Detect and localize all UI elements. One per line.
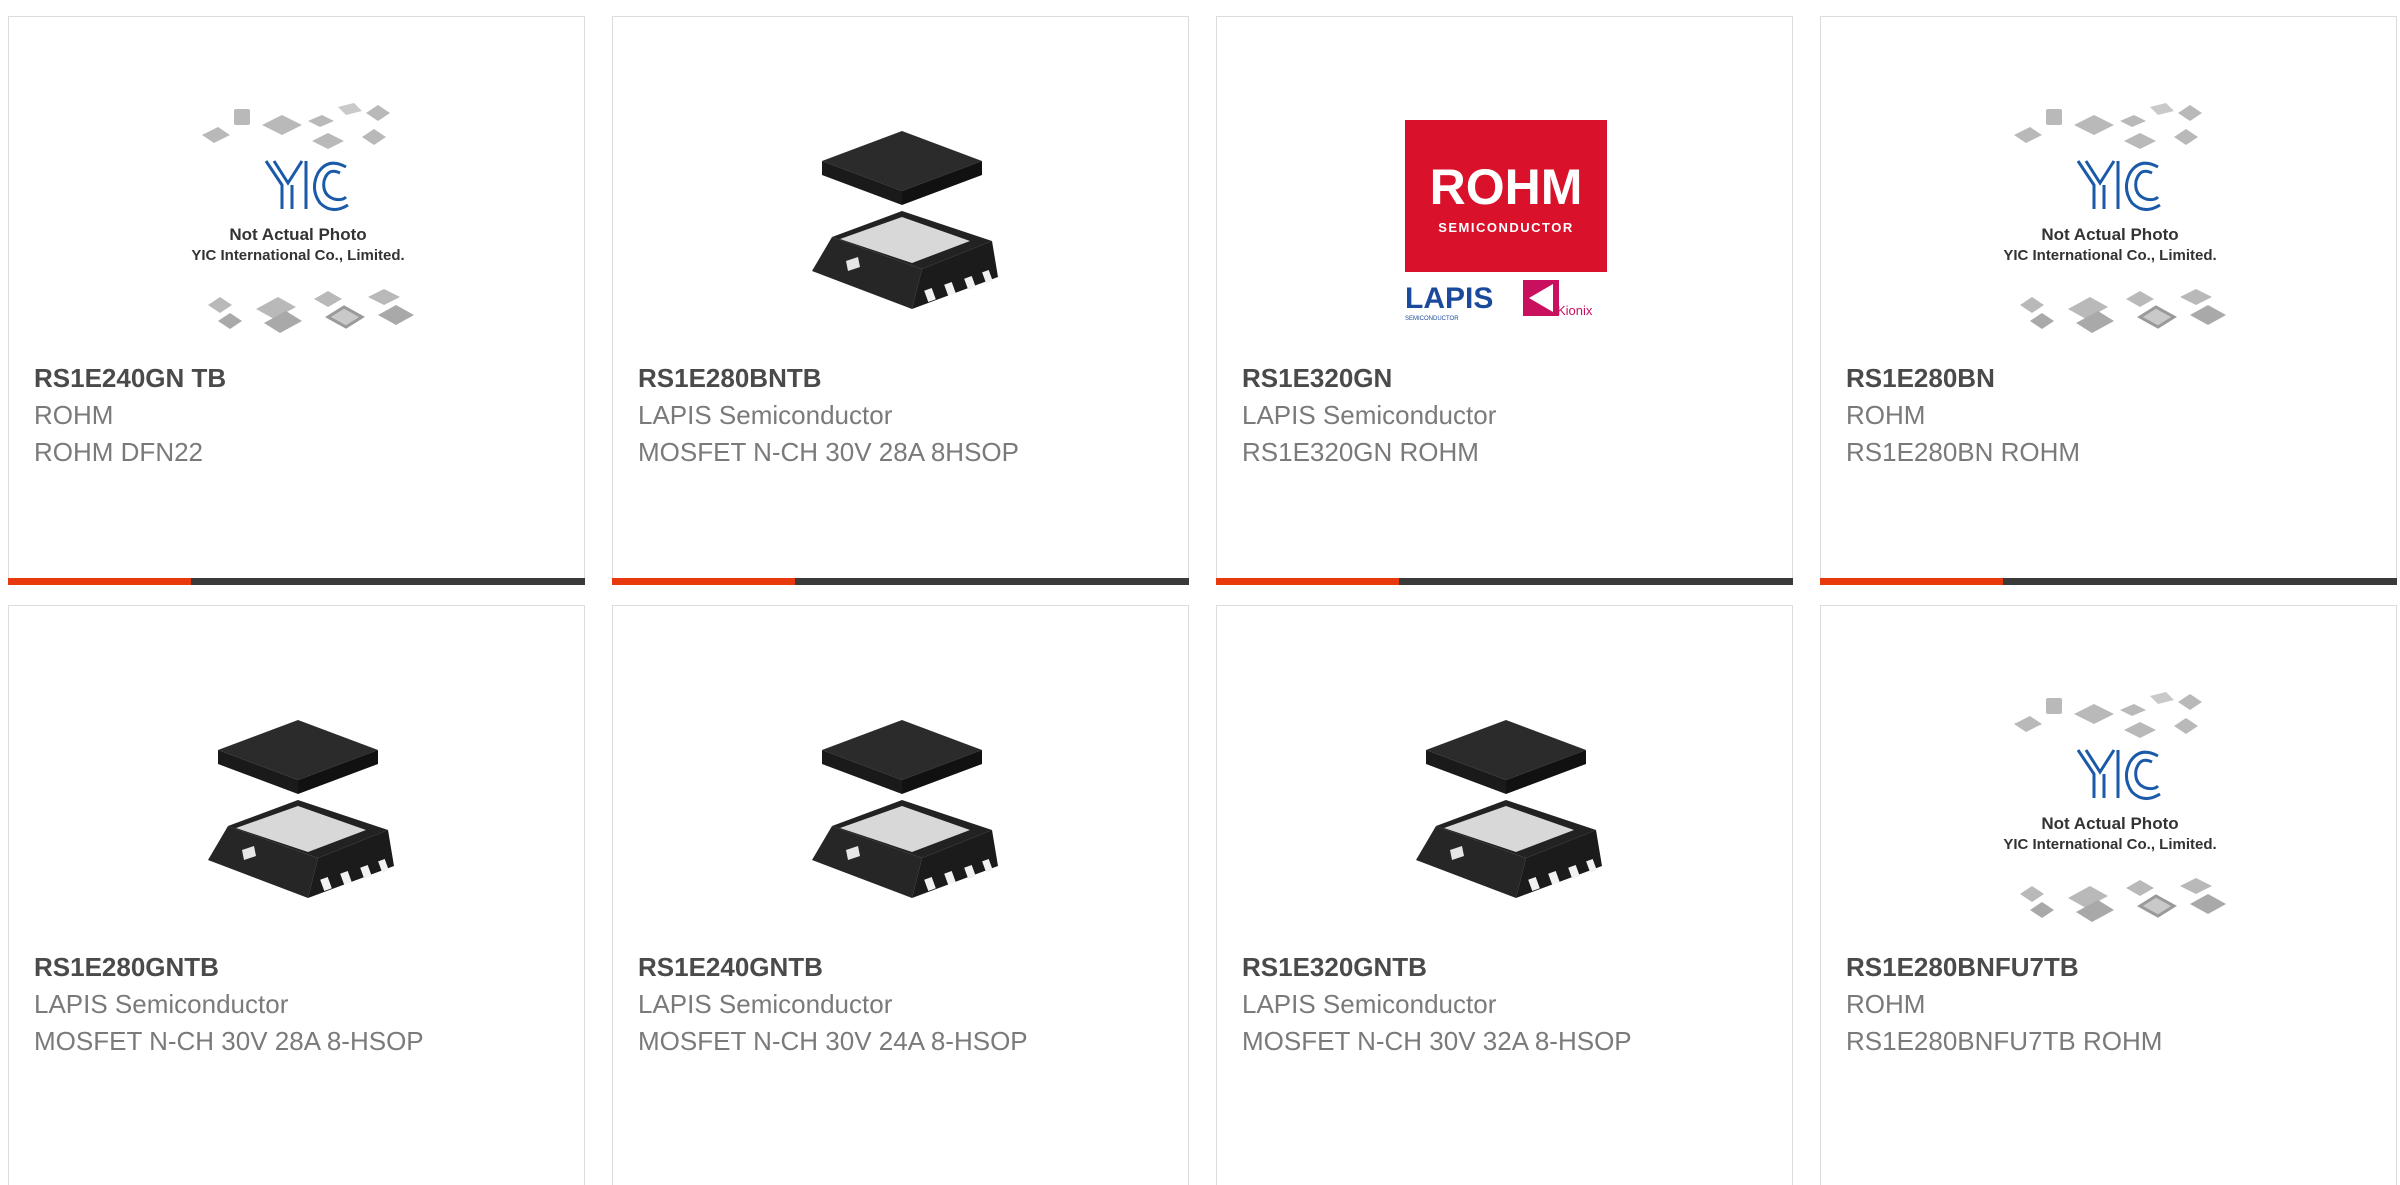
placeholder-line2: YIC International Co., Limited. [2003, 836, 2216, 853]
description: RS1E320GN ROHM [1242, 437, 1479, 467]
manufacturer: LAPIS Semiconductor [34, 989, 289, 1019]
card-bottom-bar [1820, 578, 2397, 585]
logo-text: Kionix [1557, 303, 1593, 318]
logo-text: SEMICONDUCTOR [1405, 316, 1459, 322]
card-accent-bar [1820, 578, 2003, 585]
part-number[interactable]: RS1E320GNTB [1242, 948, 1662, 986]
card-bottom-bar [612, 578, 1189, 585]
product-image[interactable]: ROHM SEMICONDUCTOR LAPIS SEMICONDUCTOR K… [1386, 85, 1626, 357]
manufacturer: ROHM [1846, 400, 1926, 430]
manufacturer: LAPIS Semiconductor [1242, 400, 1497, 430]
product-info: RS1E240GNTB LAPIS Semiconductor MOSFET N… [638, 948, 1058, 1060]
product-card-5[interactable]: RS1E280GNTB LAPIS Semiconductor MOSFET N… [8, 605, 585, 1185]
placeholder-line1: Not Actual Photo [2041, 225, 2178, 244]
description: MOSFET N-CH 30V 32A 8-HSOP [1242, 1026, 1632, 1056]
card-accent-bar [612, 578, 795, 585]
placeholder-line1: Not Actual Photo [2041, 814, 2178, 833]
description: RS1E280BNFU7TB ROHM [1846, 1026, 2163, 1056]
hsop-package-icon [812, 131, 998, 309]
logo-text: LAPIS [1405, 282, 1493, 315]
card-bottom-bar [8, 578, 585, 585]
part-number[interactable]: RS1E280GNTB [34, 948, 454, 986]
description: RS1E280BN ROHM [1846, 437, 2081, 467]
manufacturer: LAPIS Semiconductor [1242, 989, 1497, 1019]
product-image[interactable]: Not Actual Photo YIC International Co., … [1990, 674, 2230, 946]
product-image[interactable] [782, 674, 1022, 946]
manufacturer: ROHM [1846, 989, 1926, 1019]
hsop-package-icon [1416, 720, 1602, 898]
part-number[interactable]: RS1E280BNTB [638, 359, 1058, 397]
card-bottom-bar [1216, 578, 1793, 585]
description: MOSFET N-CH 30V 28A 8HSOP [638, 437, 1019, 467]
product-image[interactable] [782, 85, 1022, 357]
product-card-1[interactable]: Not Actual Photo YIC International Co., … [8, 16, 585, 585]
manufacturer: LAPIS Semiconductor [638, 989, 893, 1019]
rohm-logo-icon: ROHM SEMICONDUCTOR LAPIS SEMICONDUCTOR K… [1405, 120, 1607, 322]
product-image[interactable]: Not Actual Photo YIC International Co., … [178, 85, 418, 357]
product-image[interactable] [178, 674, 418, 946]
hsop-package-icon [812, 720, 998, 898]
placeholder-line2: YIC International Co., Limited. [191, 247, 404, 264]
manufacturer: ROHM [34, 400, 114, 430]
part-number[interactable]: RS1E280BN [1846, 359, 2266, 397]
product-card-4[interactable]: Not Actual Photo YIC International Co., … [1820, 16, 2397, 585]
description: MOSFET N-CH 30V 28A 8-HSOP [34, 1026, 424, 1056]
product-info: RS1E280BNFU7TB ROHM RS1E280BNFU7TB ROHM [1846, 948, 2266, 1060]
product-info: RS1E240GN TB ROHM ROHM DFN22 [34, 359, 454, 471]
product-info: RS1E320GN LAPIS Semiconductor RS1E320GN … [1242, 359, 1662, 471]
product-info: RS1E280BNTB LAPIS Semiconductor MOSFET N… [638, 359, 1058, 471]
part-number[interactable]: RS1E240GN TB [34, 359, 454, 397]
product-card-6[interactable]: RS1E240GNTB LAPIS Semiconductor MOSFET N… [612, 605, 1189, 1185]
hsop-package-icon [208, 720, 394, 898]
part-number[interactable]: RS1E240GNTB [638, 948, 1058, 986]
product-info: RS1E280BN ROHM RS1E280BN ROHM [1846, 359, 2266, 471]
logo-text: ROHM [1430, 159, 1583, 215]
product-card-3[interactable]: ROHM SEMICONDUCTOR LAPIS SEMICONDUCTOR K… [1216, 16, 1793, 585]
product-card-7[interactable]: RS1E320GNTB LAPIS Semiconductor MOSFET N… [1216, 605, 1793, 1185]
placeholder-photo-icon: Not Actual Photo YIC International Co., … [191, 103, 414, 333]
card-accent-bar [8, 578, 191, 585]
product-info: RS1E320GNTB LAPIS Semiconductor MOSFET N… [1242, 948, 1662, 1060]
card-accent-bar [1216, 578, 1399, 585]
logo-text: SEMICONDUCTOR [1438, 220, 1574, 235]
product-card-2[interactable]: RS1E280BNTB LAPIS Semiconductor MOSFET N… [612, 16, 1189, 585]
placeholder-photo-icon: Not Actual Photo YIC International Co., … [2003, 103, 2226, 333]
product-info: RS1E280GNTB LAPIS Semiconductor MOSFET N… [34, 948, 454, 1060]
part-number[interactable]: RS1E320GN [1242, 359, 1662, 397]
placeholder-line1: Not Actual Photo [229, 225, 366, 244]
placeholder-line2: YIC International Co., Limited. [2003, 247, 2216, 264]
description: MOSFET N-CH 30V 24A 8-HSOP [638, 1026, 1028, 1056]
part-number[interactable]: RS1E280BNFU7TB [1846, 948, 2266, 986]
description: ROHM DFN22 [34, 437, 204, 467]
manufacturer: LAPIS Semiconductor [638, 400, 893, 430]
product-image[interactable] [1386, 674, 1626, 946]
product-card-8[interactable]: Not Actual Photo YIC International Co., … [1820, 605, 2397, 1185]
placeholder-photo-icon: Not Actual Photo YIC International Co., … [2003, 692, 2226, 922]
product-image[interactable]: Not Actual Photo YIC International Co., … [1990, 85, 2230, 357]
